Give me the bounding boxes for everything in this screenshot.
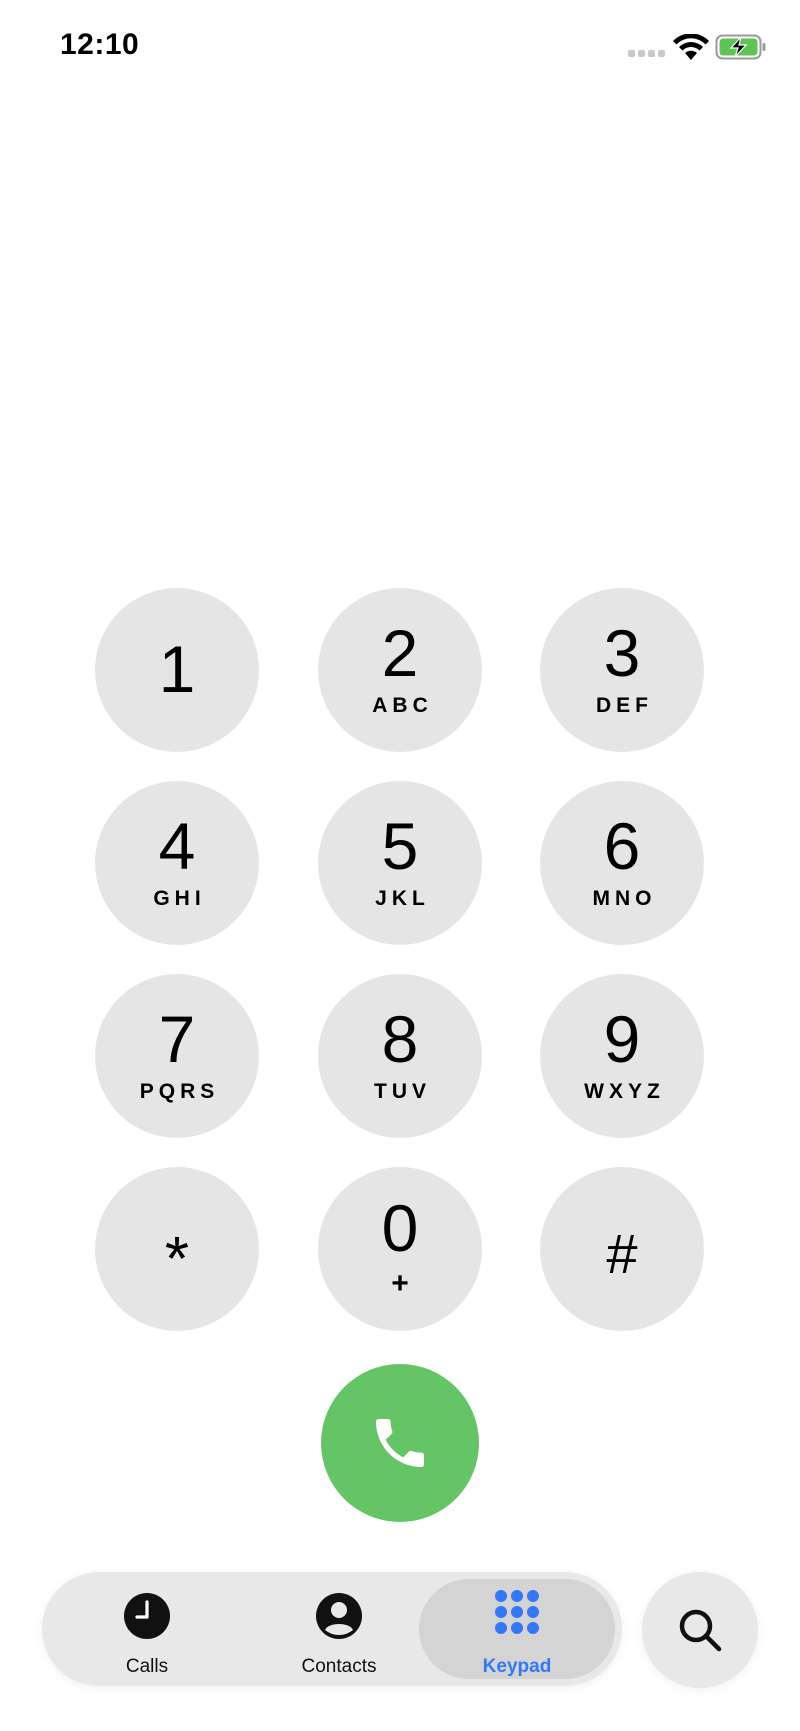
key-4[interactable]: 4 GHI [95, 781, 259, 945]
person-circle-icon [316, 1593, 362, 1639]
key-hash[interactable]: # [540, 1167, 704, 1331]
key-digit: 2 [381, 616, 419, 690]
tab-bar: Calls Contacts Keypad [42, 1572, 622, 1686]
tab-calls[interactable]: Calls [82, 1572, 212, 1686]
key-digit: 6 [603, 809, 641, 883]
key-letters: GHI [153, 887, 206, 910]
tab-label: Calls [125, 1656, 169, 1677]
key-letters: JKL [375, 887, 430, 910]
search-icon [679, 1609, 722, 1652]
key-letters: MNO [592, 887, 657, 910]
key-digit: 0 [381, 1191, 419, 1265]
key-digit: 1 [158, 632, 196, 706]
key-digit: 5 [381, 809, 419, 883]
key-letters: TUV [374, 1080, 431, 1103]
phone-icon [376, 1419, 424, 1467]
key-3[interactable]: 3 DEF [540, 588, 704, 752]
key-digit: 7 [158, 1002, 196, 1076]
key-1[interactable]: 1 [95, 588, 259, 752]
key-9[interactable]: 9 WXYZ [540, 974, 704, 1138]
key-letters: WXYZ [584, 1080, 665, 1103]
key-5[interactable]: 5 JKL [318, 781, 482, 945]
key-2[interactable]: 2 ABC [318, 588, 482, 752]
key-letters: PQRS [139, 1080, 220, 1103]
tab-label: Keypad [482, 1656, 552, 1677]
key-plus: + [391, 1267, 409, 1300]
key-digit: 8 [381, 1002, 419, 1076]
key-star[interactable]: * [95, 1167, 259, 1331]
key-digit: # [606, 1222, 638, 1285]
call-button[interactable] [321, 1364, 479, 1522]
key-digit: 4 [158, 809, 196, 883]
tab-contacts[interactable]: Contacts [264, 1572, 414, 1686]
key-letters: DEF [596, 694, 653, 717]
clock-icon [124, 1593, 170, 1639]
search-button[interactable] [642, 1572, 758, 1688]
tab-keypad[interactable]: Keypad [419, 1572, 615, 1686]
key-0[interactable]: 0 + [318, 1167, 482, 1331]
key-digit: * [164, 1225, 190, 1294]
key-digit: 3 [603, 616, 641, 690]
key-7[interactable]: 7 PQRS [95, 974, 259, 1138]
key-letters: ABC [372, 694, 433, 717]
key-digit: 9 [603, 1002, 641, 1076]
key-6[interactable]: 6 MNO [540, 781, 704, 945]
tab-label: Contacts [301, 1656, 377, 1677]
key-8[interactable]: 8 TUV [318, 974, 482, 1138]
keypad-grid-icon [495, 1590, 539, 1634]
